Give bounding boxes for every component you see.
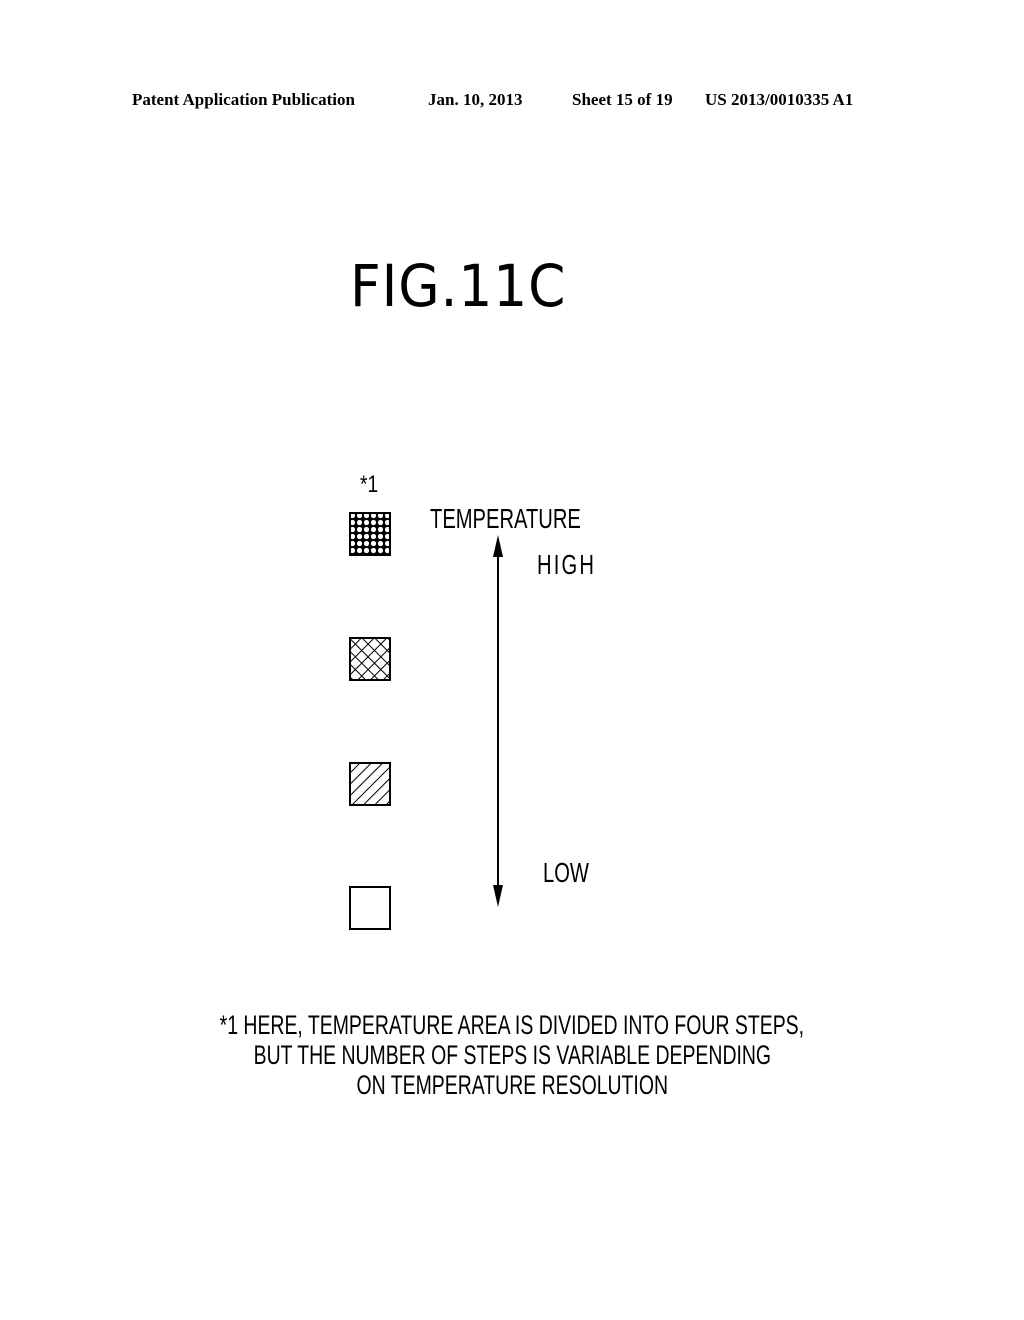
header-date: Jan. 10, 2013 xyxy=(428,90,523,109)
swatch-blank xyxy=(349,886,391,930)
header-publication: Patent Application Publication xyxy=(132,90,355,109)
footnote-line: ON TEMPERATURE RESOLUTION xyxy=(0,1070,1024,1101)
temperature-axis-label: TEMPERATURE xyxy=(430,503,581,534)
footnote-text: BUT THE NUMBER OF STEPS IS VARIABLE DEPE… xyxy=(253,1040,771,1070)
low-label: LOW xyxy=(543,857,589,888)
footnote-text: *1 HERE, TEMPERATURE AREA IS DIVIDED INT… xyxy=(219,1010,805,1040)
figure-title: FIG.11C xyxy=(350,252,567,320)
footnote-line: *1 HERE, TEMPERATURE AREA IS DIVIDED INT… xyxy=(0,1010,1024,1041)
high-label: HIGH xyxy=(537,549,597,580)
footnote-line: BUT THE NUMBER OF STEPS IS VARIABLE DEPE… xyxy=(0,1040,1024,1071)
double-arrow-icon xyxy=(493,535,503,907)
swatch-honeycomb xyxy=(349,512,391,556)
header-sheet: Sheet 15 of 19 xyxy=(572,90,673,109)
header-patent-number: US 2013/0010335 A1 xyxy=(705,90,854,109)
footnote-text: ON TEMPERATURE RESOLUTION xyxy=(356,1070,668,1100)
swatch-cross-hatch xyxy=(349,637,391,681)
swatch-diagonal-hatch xyxy=(349,762,391,806)
note-marker: *1 xyxy=(360,471,379,498)
